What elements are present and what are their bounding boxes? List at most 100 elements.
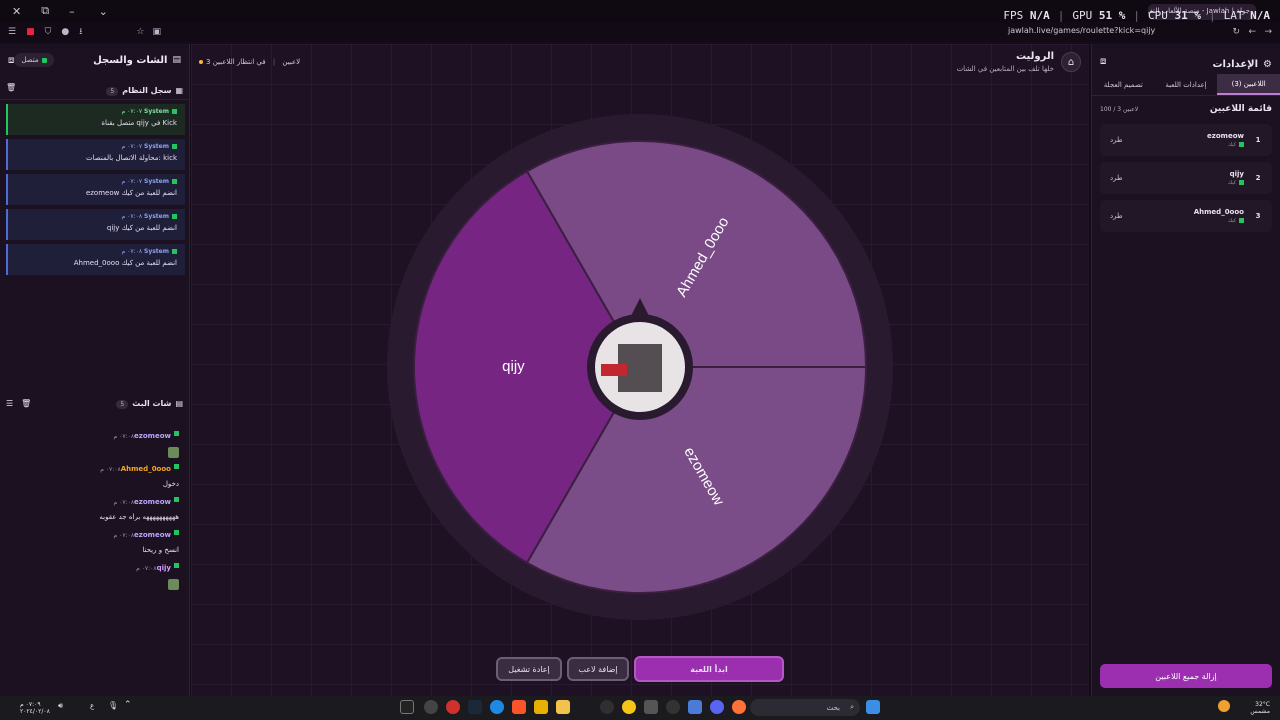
- kick-player-button[interactable]: طرد: [1110, 174, 1123, 182]
- start-game-button[interactable]: ابدأ اللعبة: [634, 656, 784, 682]
- settings-header: ⧈ الإعدادات ⚙: [1100, 52, 1272, 71]
- app-icon-settings[interactable]: [424, 700, 438, 714]
- player-info: Ahmed_0ooo كيك: [1123, 208, 1244, 224]
- player-number: 3: [1255, 212, 1261, 220]
- chat-username[interactable]: qijy: [157, 564, 171, 572]
- log-meta: ٠٧:٠٧ م System: [16, 108, 177, 115]
- player-list: طرد ezomeow كيك 1 طرد qijy كيك 2 طرد Ahmed_0ooo كي…: [1092, 124, 1280, 232]
- tab-game-settings[interactable]: إعدادات اللعبة: [1155, 74, 1218, 95]
- tab-players[interactable]: اللاعبين (3): [1217, 74, 1280, 95]
- roulette-wheel[interactable]: Ahmed_0oooezomeowqijy: [191, 44, 1089, 696]
- app-icon-mail[interactable]: [688, 700, 702, 714]
- platform-label: كيك: [1227, 180, 1236, 186]
- kick-icon: [174, 497, 179, 502]
- shield-icon[interactable]: ⛉: [45, 27, 52, 37]
- language-indicator[interactable]: ع: [90, 702, 94, 710]
- app-icon-obs[interactable]: [600, 700, 614, 714]
- chat-time: ٠٧:٠٨ م: [113, 499, 135, 506]
- system-log-list: ٠٧:٠٧ م System متصل بقناة qijy في Kick ٠٧:…: [0, 104, 189, 275]
- app-icon-brave[interactable]: [512, 700, 526, 714]
- app-icon-blue[interactable]: [490, 700, 504, 714]
- kick-player-button[interactable]: طرد: [1110, 212, 1123, 220]
- player-info: ezomeow كيك: [1123, 132, 1244, 148]
- close-icon[interactable]: ✕: [12, 5, 21, 18]
- chat-time: ٠٧:٠٨ م: [100, 466, 121, 473]
- app-icon-folder[interactable]: [556, 700, 570, 714]
- cpu-label: CPU: [1148, 9, 1168, 22]
- lat-value: N/A: [1250, 9, 1270, 22]
- app-icon-yellow[interactable]: [534, 700, 548, 714]
- minimize-icon[interactable]: –: [69, 5, 75, 18]
- restore-icon[interactable]: ⧉: [41, 4, 49, 18]
- add-player-button[interactable]: إضافة لاعب: [567, 657, 629, 681]
- chat-icon: ▤: [172, 55, 181, 65]
- app-icon-discord[interactable]: [710, 700, 724, 714]
- windows-start-icon[interactable]: [866, 700, 880, 714]
- log-meta: ٠٧:٠٨ م System: [16, 213, 177, 220]
- log-user: System: [144, 213, 169, 220]
- app-icon-firefox[interactable]: [732, 700, 746, 714]
- chat-username[interactable]: ezomeow: [134, 432, 171, 440]
- chevron-down-icon[interactable]: ⌄: [99, 5, 108, 18]
- log-message: qijy انضم للعبة من كيك: [106, 224, 177, 232]
- app-icon-steam[interactable]: [468, 700, 482, 714]
- bookmark-icon[interactable]: ☆: [136, 27, 144, 37]
- log-user: System: [144, 108, 169, 115]
- reload-icon[interactable]: ↻: [1232, 27, 1240, 37]
- roulette-stage: ⌂ الروليت خلها تلف بين المتابعين في الشا…: [191, 44, 1089, 696]
- app-icon-circle[interactable]: [666, 700, 680, 714]
- filter-icon[interactable]: ☰: [6, 399, 13, 408]
- stream-chat-title: شات البث: [132, 398, 172, 408]
- forward-icon[interactable]: →: [1264, 27, 1272, 37]
- kick-player-button[interactable]: طرد: [1110, 136, 1123, 144]
- chevron-up-icon[interactable]: ⌃: [124, 700, 132, 710]
- remove-all-players-button[interactable]: إزالة جميع اللاعبين: [1100, 664, 1272, 688]
- kick-icon: [174, 431, 179, 436]
- chat-username[interactable]: Ahmed_0ooo: [121, 465, 171, 473]
- app-icon-red[interactable]: [446, 700, 460, 714]
- weather-widget[interactable]: 32°C مشمس: [1250, 701, 1270, 715]
- url-field[interactable]: jawlah.live/games/roulette?kick=qijy: [1008, 26, 1155, 35]
- mic-icon[interactable]: 🎙︎: [108, 701, 118, 710]
- kick-icon: [174, 464, 179, 469]
- search-icon: ⌕: [850, 703, 854, 711]
- system-icon: [172, 179, 177, 184]
- info-icon[interactable]: ●: [61, 27, 69, 37]
- volume-icon[interactable]: 🔊︎: [58, 701, 63, 711]
- trash-icon[interactable]: 🗑: [6, 83, 16, 92]
- chat-message: ٠٧:٠٨ مezomeow: [0, 420, 189, 458]
- app-icon-store[interactable]: [644, 700, 658, 714]
- system-log-header: 🗑 5 سجل النظام ▦: [0, 76, 189, 100]
- collapse-panel-icon[interactable]: ⧈: [1100, 56, 1106, 67]
- log-meta: ٠٧:٠٧ م System: [16, 143, 177, 150]
- chat-count: 5: [116, 399, 129, 409]
- taskbar: ٠٧:٠٩ م ٢٠٢٤/٠٢/٠٨ 🔊︎ ع 🎙︎ ⌃ بحث ⌕ 32°C مشم…: [0, 696, 1280, 720]
- gear-icon: ⚙: [1263, 59, 1272, 70]
- screenshot-icon[interactable]: ▣: [152, 27, 161, 37]
- download-icon[interactable]: ⭳: [79, 24, 82, 40]
- system-icon: [172, 109, 177, 114]
- extension-icon[interactable]: ■: [26, 27, 35, 37]
- app-icon-chat[interactable]: [622, 700, 636, 714]
- chat-username[interactable]: ezomeow: [134, 531, 171, 539]
- system-icon: [172, 214, 177, 219]
- back-icon[interactable]: ←: [1248, 27, 1256, 37]
- gpu-label: GPU: [1072, 9, 1093, 22]
- menu-icon[interactable]: ☰: [8, 27, 16, 37]
- chat-message: ٠٧:٠٨ مezomeow انسخ و ريحنا: [0, 519, 189, 554]
- clock: ٠٧:٠٩ م ٢٠٢٤/٠٢/٠٨: [20, 701, 50, 715]
- trash-icon[interactable]: 🗑: [21, 399, 31, 408]
- kick-icon: [174, 563, 179, 568]
- taskbar-search[interactable]: بحث ⌕: [750, 699, 860, 716]
- player-list-title: قائمة اللاعبين: [1209, 104, 1272, 114]
- player-number: 1: [1255, 136, 1261, 144]
- log-user: System: [144, 143, 169, 150]
- log-message: ezomeow انضم للعبة من كيك: [85, 189, 177, 197]
- chat-time: ٠٧:٠٨ م: [113, 532, 135, 539]
- reset-button[interactable]: إعادة تشغيل: [496, 657, 562, 681]
- log-time: ٠٧:٠٧ م: [121, 108, 143, 115]
- app-icon-epic[interactable]: [400, 700, 414, 714]
- chat-username[interactable]: ezomeow: [134, 498, 171, 506]
- performance-hud: FPS N/A | GPU 51 % | CPU 31 % | LAT N/A: [1003, 9, 1270, 22]
- tab-wheel-design[interactable]: تصميم العجلة: [1092, 74, 1155, 95]
